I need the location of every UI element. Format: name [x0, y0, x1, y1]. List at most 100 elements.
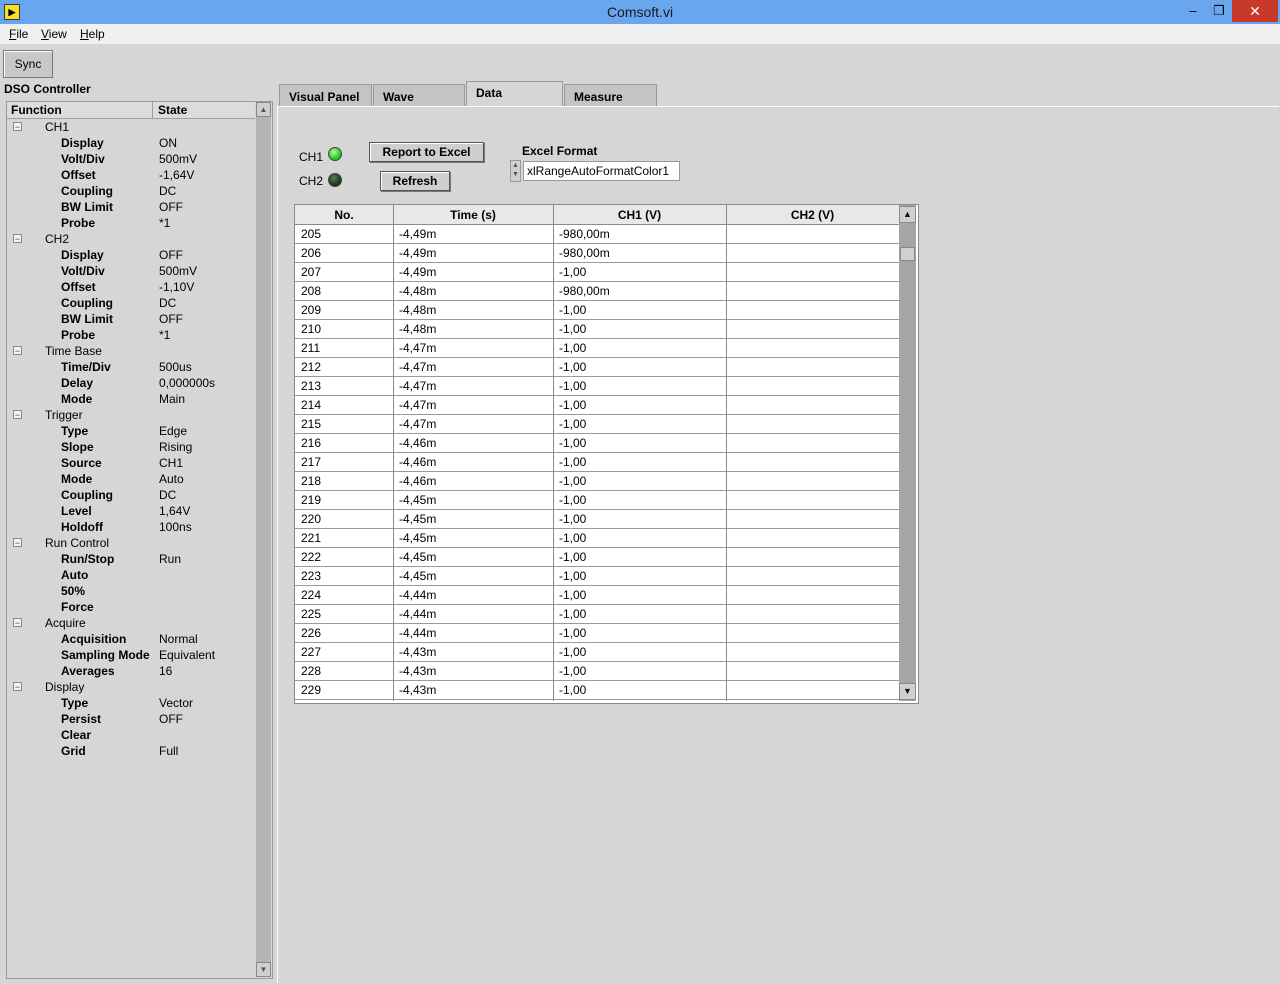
- tree-item-row[interactable]: Grid Full: [7, 743, 255, 759]
- cell-no[interactable]: 227: [301, 645, 321, 659]
- table-row[interactable]: 208 -4,48m -980,00m: [295, 282, 899, 301]
- tree-item-row[interactable]: 50%: [7, 583, 255, 599]
- cell-ch1[interactable]: -1,00: [559, 531, 586, 545]
- excel-format-spinner-icon[interactable]: ▲ ▼: [510, 160, 521, 182]
- tree-item-value[interactable]: 100ns: [159, 520, 192, 534]
- tree-item-row[interactable]: Run/Stop Run: [7, 551, 255, 567]
- tree-item-row[interactable]: BW Limit OFF: [7, 311, 255, 327]
- collapse-icon[interactable]: −: [13, 346, 22, 356]
- table-row[interactable]: 218 -4,46m -1,00: [295, 472, 899, 491]
- cell-no[interactable]: 220: [301, 512, 321, 526]
- tree-item-value[interactable]: Run: [159, 552, 181, 566]
- column-state[interactable]: State: [158, 103, 187, 117]
- cell-ch1[interactable]: -1,00: [559, 398, 586, 412]
- cell-ch1[interactable]: -1,00: [559, 265, 586, 279]
- scroll-up-icon[interactable]: ▲: [899, 206, 916, 223]
- tree-item-row[interactable]: Mode Main: [7, 391, 255, 407]
- cell-no[interactable]: 209: [301, 303, 321, 317]
- cell-time[interactable]: -4,48m: [399, 303, 436, 317]
- tree-item-row[interactable]: Coupling DC: [7, 295, 255, 311]
- tree-item-row[interactable]: Persist OFF: [7, 711, 255, 727]
- tree-item-row[interactable]: Display ON: [7, 135, 255, 151]
- tree-item-value[interactable]: Edge: [159, 424, 187, 438]
- tree-item-row[interactable]: Level 1,64V: [7, 503, 255, 519]
- tree-item-row[interactable]: Source CH1: [7, 455, 255, 471]
- tree-item-row[interactable]: Volt/Div 500mV: [7, 151, 255, 167]
- tree-item-row[interactable]: Type Edge: [7, 423, 255, 439]
- cell-time[interactable]: -4,47m: [399, 379, 436, 393]
- scroll-down-icon[interactable]: ▼: [256, 962, 271, 977]
- table-row[interactable]: 215 -4,47m -1,00: [295, 415, 899, 434]
- tree-item-value[interactable]: Main: [159, 392, 185, 406]
- tree-item-value[interactable]: CH1: [159, 456, 183, 470]
- cell-ch1[interactable]: -1,00: [559, 379, 586, 393]
- cell-no[interactable]: 207: [301, 265, 321, 279]
- cell-time[interactable]: -4,45m: [399, 512, 436, 526]
- cell-time[interactable]: -4,47m: [399, 360, 436, 374]
- tree-item-value[interactable]: OFF: [159, 712, 183, 726]
- cell-time[interactable]: -4,43m: [399, 645, 436, 659]
- cell-no[interactable]: 229: [301, 683, 321, 697]
- cell-time[interactable]: -4,47m: [399, 417, 436, 431]
- table-row[interactable]: 207 -4,49m -1,00: [295, 263, 899, 282]
- close-button[interactable]: ✕: [1232, 0, 1278, 22]
- tree-item-row[interactable]: Acquisition Normal: [7, 631, 255, 647]
- tree-item-value[interactable]: 500mV: [159, 152, 197, 166]
- cell-ch1[interactable]: -1,00: [559, 683, 586, 697]
- cell-ch1[interactable]: -1,00: [559, 512, 586, 526]
- tree-item-value[interactable]: ON: [159, 136, 177, 150]
- table-row[interactable]: 214 -4,47m -1,00: [295, 396, 899, 415]
- cell-no[interactable]: 221: [301, 531, 321, 545]
- tree-item-row[interactable]: Display OFF: [7, 247, 255, 263]
- tree-item-row[interactable]: Delay 0,000000s: [7, 375, 255, 391]
- cell-time[interactable]: -4,44m: [399, 607, 436, 621]
- scroll-up-icon[interactable]: ▲: [256, 102, 271, 117]
- cell-no[interactable]: 210: [301, 322, 321, 336]
- tree-group-row[interactable]: − Display: [7, 679, 255, 695]
- sync-button[interactable]: Sync: [3, 50, 53, 78]
- cell-time[interactable]: -4,49m: [399, 227, 436, 241]
- tree-item-row[interactable]: Offset -1,64V: [7, 167, 255, 183]
- cell-time[interactable]: -4,47m: [399, 398, 436, 412]
- table-row[interactable]: 227 -4,43m -1,00: [295, 643, 899, 662]
- tree-item-value[interactable]: DC: [159, 184, 176, 198]
- tree-item-row[interactable]: Probe *1: [7, 215, 255, 231]
- column-function[interactable]: Function: [11, 103, 62, 117]
- cell-ch1[interactable]: -1,00: [559, 588, 586, 602]
- tree-item-value[interactable]: *1: [159, 216, 170, 230]
- scroll-down-icon[interactable]: ▼: [899, 683, 916, 700]
- table-scrollbar[interactable]: ▲ ▼: [899, 205, 916, 701]
- table-row[interactable]: 206 -4,49m -980,00m: [295, 244, 899, 263]
- tree-group-row[interactable]: − Time Base: [7, 343, 255, 359]
- tree-item-value[interactable]: Auto: [159, 472, 184, 486]
- restore-button[interactable]: ❐: [1206, 0, 1232, 22]
- tree-group-row[interactable]: − Trigger: [7, 407, 255, 423]
- menu-file[interactable]: File: [9, 27, 28, 41]
- cell-no[interactable]: 225: [301, 607, 321, 621]
- cell-time[interactable]: -4,43m: [399, 664, 436, 678]
- cell-time[interactable]: -4,47m: [399, 341, 436, 355]
- cell-time[interactable]: -4,46m: [399, 455, 436, 469]
- controller-tree[interactable]: Function State ▲ ▼ − CH1 Display ON Volt/Div…: [6, 101, 273, 979]
- tree-item-row[interactable]: Force: [7, 599, 255, 615]
- tree-item-row[interactable]: Type Vector: [7, 695, 255, 711]
- cell-ch1[interactable]: -1,00: [559, 474, 586, 488]
- cell-ch1[interactable]: -1,00: [559, 607, 586, 621]
- cell-ch1[interactable]: -1,00: [559, 645, 586, 659]
- tree-item-value[interactable]: OFF: [159, 312, 183, 326]
- tree-item-row[interactable]: Coupling DC: [7, 183, 255, 199]
- cell-no[interactable]: 218: [301, 474, 321, 488]
- table-row[interactable]: 210 -4,48m -1,00: [295, 320, 899, 339]
- tree-group-row[interactable]: − CH1: [7, 119, 255, 135]
- tab-visual-panel[interactable]: Visual Panel: [279, 84, 372, 106]
- table-row[interactable]: 211 -4,47m -1,00: [295, 339, 899, 358]
- cell-ch1[interactable]: -1,00: [559, 455, 586, 469]
- report-to-excel-button[interactable]: Report to Excel: [369, 142, 484, 162]
- tree-item-value[interactable]: Vector: [159, 696, 193, 710]
- cell-no[interactable]: 205: [301, 227, 321, 241]
- cell-ch1[interactable]: -1,00: [559, 550, 586, 564]
- cell-time[interactable]: -4,44m: [399, 588, 436, 602]
- table-row[interactable]: 226 -4,44m -1,00: [295, 624, 899, 643]
- table-row[interactable]: 205 -4,49m -980,00m: [295, 225, 899, 244]
- tree-item-row[interactable]: Clear: [7, 727, 255, 743]
